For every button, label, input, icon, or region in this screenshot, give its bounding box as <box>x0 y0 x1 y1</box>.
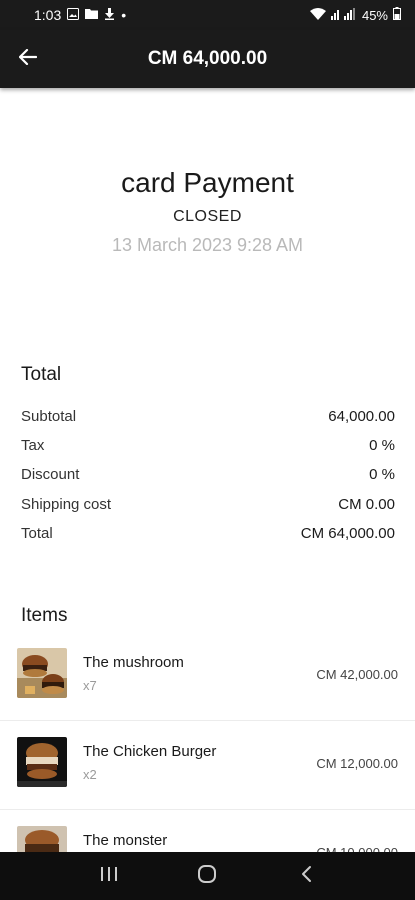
system-back-button[interactable] <box>286 856 326 896</box>
payment-date: 13 March 2023 9:28 AM <box>111 235 304 255</box>
download-icon <box>104 7 115 23</box>
totals-value: CM 0.00 <box>338 495 395 513</box>
totals-value: 64,000.00 <box>328 408 395 426</box>
totals-value: CM 64,000.00 <box>300 524 395 542</box>
payment-header: card Payment CLOSED 13 March 2023 9:28 A… <box>0 166 415 256</box>
notification-dot: • <box>121 7 127 23</box>
totals-row-tax: Tax 0 % <box>21 431 395 460</box>
payment-title: card Payment <box>121 167 294 198</box>
item-quantity: x7 <box>83 678 97 693</box>
item-name: The monster <box>83 832 168 849</box>
battery-percent: 45% <box>361 7 388 23</box>
totals-heading: Total <box>21 364 62 385</box>
signal-icon <box>330 7 357 23</box>
payment-status: CLOSED <box>173 208 242 225</box>
home-icon <box>197 864 217 889</box>
chevron-left-icon <box>300 865 312 888</box>
system-nav-bar <box>0 852 415 900</box>
back-button[interactable] <box>0 30 56 88</box>
battery-icon <box>393 7 401 23</box>
totals-label: Subtotal <box>21 408 77 426</box>
totals-row-total: Total CM 64,000.00 <box>21 519 395 548</box>
wifi-icon <box>309 7 326 23</box>
totals-label: Tax <box>21 437 45 455</box>
totals-value: 0 % <box>369 466 395 484</box>
totals-row-discount: Discount 0 % <box>21 460 395 489</box>
totals-label: Shipping cost <box>21 495 112 513</box>
recent-apps-icon <box>100 866 118 887</box>
item-price: CM 12,000.00 <box>316 756 398 771</box>
gallery-icon <box>67 7 80 23</box>
item-thumbnail <box>17 648 67 698</box>
totals-row-shipping: Shipping cost CM 0.00 <box>21 490 395 519</box>
app-bar: CM 64,000.00 <box>0 30 415 88</box>
totals-label: Total <box>21 524 53 542</box>
item-name: The mushroom <box>83 654 184 671</box>
item-thumbnail <box>17 737 67 787</box>
recent-apps-button[interactable] <box>89 856 129 896</box>
item-quantity: x2 <box>83 767 97 782</box>
home-button[interactable] <box>187 856 227 896</box>
totals-label: Discount <box>21 466 80 484</box>
totals-value: 0 % <box>369 437 395 455</box>
items-heading: Items <box>21 605 68 626</box>
item-price: CM 42,000.00 <box>316 667 398 682</box>
totals-row-subtotal: Subtotal 64,000.00 <box>21 402 395 431</box>
item-name: The Chicken Burger <box>83 743 217 760</box>
list-item[interactable]: The Chicken Burger x2 CM 12,000.00 <box>0 721 415 810</box>
folder-icon <box>85 8 99 22</box>
totals-table: Subtotal 64,000.00 Tax 0 % Discount 0 % … <box>21 402 395 548</box>
arrow-back-icon <box>18 48 38 70</box>
status-time: 1:03 <box>34 7 62 23</box>
app-bar-title: CM 64,000.00 <box>147 48 268 69</box>
status-bar: 1:03 • 45% <box>0 0 415 30</box>
list-item[interactable]: The mushroom x7 CM 42,000.00 <box>0 632 415 721</box>
